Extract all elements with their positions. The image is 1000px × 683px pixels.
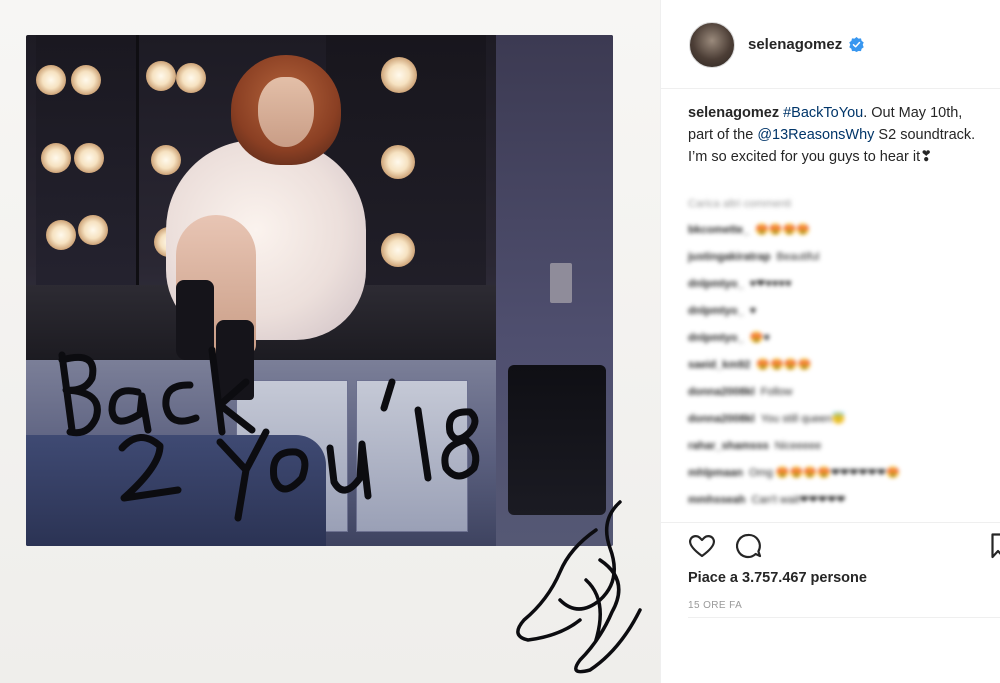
comment-username[interactable]: dnlpmtyo_ (688, 305, 744, 317)
divider (688, 617, 1000, 618)
post-photo (26, 35, 613, 546)
chair (26, 435, 326, 546)
verified-badge-icon (849, 37, 864, 52)
vanity-bulb (151, 145, 181, 175)
post-header: selenagomez (661, 0, 1000, 89)
vanity-bulb (71, 65, 101, 95)
vanity-bulb (36, 65, 66, 95)
comment-text: 😍♥ (749, 332, 770, 344)
comment-item: mmhsseah Can't wait❤❤❤❤❤ (688, 487, 988, 514)
caption-mention[interactable]: @13ReasonsWhy (757, 127, 874, 143)
comment-item: donna2008kl You still queen😇 (688, 406, 988, 433)
vanity-bulb (46, 220, 76, 250)
comment-text: Niceeeee (774, 440, 822, 452)
comment-item: justingakiratrap Beautiful (688, 244, 988, 271)
comment-item: saeid_km92 😍😍😍😍 (688, 352, 988, 379)
comment-username[interactable]: justingakiratrap (688, 251, 771, 263)
comment-item: dnlpmtyo_ 😍♥ (688, 325, 988, 352)
comment-text: Beautiful (776, 251, 820, 263)
boot (176, 280, 214, 360)
heart-icon[interactable] (687, 531, 717, 561)
comment-username[interactable]: mmhsseah (688, 494, 745, 506)
vanity-bulb (381, 233, 415, 267)
comment-username[interactable]: rahar_shamsss (688, 440, 769, 452)
comment-item: mhlpmaan Omg 😍😍😍😍❤❤❤❤❤❤😍 (688, 460, 988, 487)
comment-username[interactable]: dnlpmtyo_ (688, 332, 744, 344)
comment-item: bkcomette_ 😍😍😍😍 (688, 217, 988, 244)
wall-outlet (550, 263, 572, 303)
comment-text: ♥❤♥♥♥♥ (749, 278, 792, 290)
vanity-bulb (381, 145, 415, 179)
post-image-area[interactable] (0, 0, 660, 683)
comment-text: ♥ (749, 305, 757, 317)
comment-item: rahar_shamsss Niceeeee (688, 433, 988, 460)
comment-username[interactable]: saeid_km92 (688, 359, 750, 371)
post-caption: selenagomez #BackToYou. Out May 10th, pa… (688, 102, 988, 168)
post-actions: Piace a 3.757.467 persone 15 ORE FA (661, 522, 1000, 623)
person-face (258, 77, 314, 147)
comment-item: dnlpmtyo_ ♥❤♥♥♥♥ (688, 271, 988, 298)
bookmark-icon[interactable] (991, 533, 1000, 559)
comment-username[interactable]: donna2008kl (688, 413, 755, 425)
load-more-comments[interactable]: Carica altri commenti (688, 193, 988, 217)
vanity-bulb (41, 143, 71, 173)
trash-bag (508, 365, 606, 515)
comment-username[interactable]: mhlpmaan (688, 467, 743, 479)
caption-username[interactable]: selenagomez (688, 105, 779, 121)
vanity-bulb (146, 61, 176, 91)
vanity-bulb (74, 143, 104, 173)
comment-text: Omg 😍😍😍😍❤❤❤❤❤❤😍 (749, 467, 900, 479)
post-timestamp[interactable]: 15 ORE FA (688, 600, 742, 611)
comment-text: You still queen😇 (760, 413, 846, 425)
comment-username[interactable]: bkcomette_ (688, 224, 749, 236)
caption-hashtag[interactable]: #BackToYou (783, 105, 863, 121)
comment-text: 😍😍😍😍 (756, 359, 812, 371)
post-sidebar: selenagomez selenagomez #BackToYou. Out … (660, 0, 1000, 683)
boot (216, 320, 254, 400)
comment-text: 😍😍😍😍 (755, 224, 810, 236)
cabinet-door (356, 380, 468, 532)
avatar[interactable] (689, 22, 735, 68)
header-username[interactable]: selenagomez (748, 36, 842, 53)
comment-username[interactable]: dnlpmtyo_ (688, 278, 744, 290)
comment-item: donna2008kl Follow (688, 379, 988, 406)
vanity-bulb (381, 57, 417, 93)
speech-bubble-icon[interactable] (733, 531, 763, 561)
comment-list: Carica altri commenti bkcomette_ 😍😍😍😍 jus… (688, 193, 988, 514)
comment-item: dnlpmtyo_ ♥ (688, 298, 988, 325)
comment-text: Can't wait❤❤❤❤❤ (751, 494, 846, 506)
comment-username[interactable]: donna2008kl (688, 386, 755, 398)
vanity-bulb (176, 63, 206, 93)
vanity-bulb (78, 215, 108, 245)
comment-text: Follow (760, 386, 793, 398)
like-count[interactable]: Piace a 3.757.467 persone (688, 570, 867, 586)
